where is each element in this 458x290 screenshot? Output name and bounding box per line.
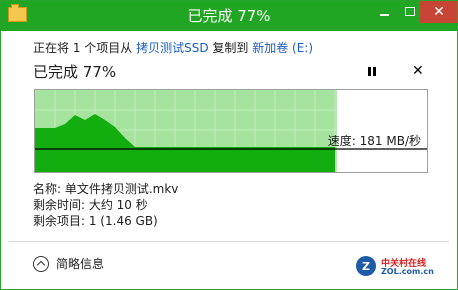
- items-remaining: 剩余项目: 1 (1.46 GB): [33, 214, 158, 228]
- watermark-line2: ZOL.com.cn: [381, 267, 434, 276]
- less-info-label: 简略信息: [56, 257, 105, 271]
- pause-icon-bar: [373, 67, 376, 76]
- destination-link[interactable]: 新加卷 (E:): [252, 41, 313, 55]
- copy-dialog-window: 已完成 77% ✕ 正在将 1 个项目从 拷贝测试SSD 复制到 新加卷 (E:…: [0, 0, 458, 290]
- minimize-button[interactable]: [371, 1, 397, 23]
- file-name: 名称: 单文件拷贝测试.mkv: [33, 182, 179, 196]
- transfer-speed-graph: 速度: 181 MB/秒: [34, 89, 428, 173]
- svg-text:Z: Z: [362, 260, 370, 273]
- less-info-toggle[interactable]: 简略信息: [33, 255, 104, 272]
- copy-description: 正在将 1 个项目从 拷贝测试SSD 复制到 新加卷 (E:): [33, 39, 313, 56]
- chevron-up-icon: [33, 255, 49, 272]
- close-button[interactable]: ✕: [420, 1, 457, 23]
- close-icon: ✕: [412, 63, 424, 79]
- pause-icon-bar: [368, 67, 371, 76]
- transfer-details: 名称: 单文件拷贝测试.mkv 剩余时间: 大约 10 秒 剩余项目: 1 (1…: [33, 181, 178, 229]
- pause-button[interactable]: [365, 65, 379, 79]
- speed-graph-svg: [35, 90, 427, 172]
- close-icon: ✕: [433, 4, 445, 20]
- time-remaining: 剩余时间: 大约 10 秒: [33, 198, 148, 212]
- speed-label: 速度: 181 MB/秒: [327, 134, 421, 148]
- copy-middle: 复制到: [208, 41, 253, 55]
- progress-label: 已完成 77%: [33, 63, 117, 81]
- dialog-content: 正在将 1 个项目从 拷贝测试SSD 复制到 新加卷 (E:) 已完成 77% …: [9, 31, 449, 281]
- cancel-button[interactable]: ✕: [412, 63, 424, 79]
- source-link[interactable]: 拷贝测试SSD: [136, 41, 208, 55]
- minimize-icon: [379, 13, 389, 16]
- footer-divider: [9, 241, 449, 242]
- zol-logo-icon: Z: [356, 256, 376, 276]
- zol-watermark: Z 中关村在线 ZOL.com.cn: [355, 253, 435, 279]
- title-bar[interactable]: 已完成 77% ✕: [1, 1, 457, 31]
- copy-prefix: 正在将 1 个项目从: [33, 41, 137, 55]
- maximize-icon: [405, 7, 415, 16]
